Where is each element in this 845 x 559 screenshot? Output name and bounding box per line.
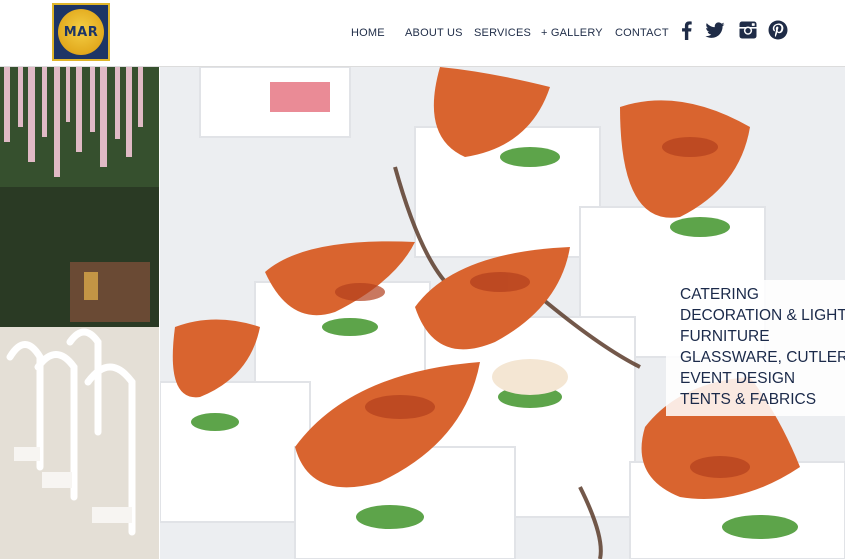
venue-photo: [0, 67, 159, 559]
logo-text: MAR: [63, 24, 99, 40]
site-header: MAR HOME ABOUT US SERVICES + GALLERY CON…: [0, 0, 845, 67]
nav-services[interactable]: SERVICES: [474, 27, 531, 39]
nav-contact[interactable]: CONTACT: [615, 27, 669, 39]
nav-gallery[interactable]: + GALLERY: [541, 27, 603, 39]
nav-home[interactable]: HOME: [351, 27, 385, 39]
logo-emblem: MAR: [58, 9, 104, 55]
service-glassware-cutlery[interactable]: GLASSWARE, CUTLERY: [680, 350, 845, 366]
instagram-icon[interactable]: [737, 19, 759, 41]
facebook-icon[interactable]: [676, 19, 698, 41]
service-event-design[interactable]: EVENT DESIGN: [680, 371, 795, 387]
services-overlay: CATERING DECORATION & LIGHTING FURNITURE…: [666, 280, 845, 416]
logo[interactable]: MAR: [52, 3, 110, 61]
pinterest-icon[interactable]: [767, 19, 789, 41]
service-furniture[interactable]: FURNITURE: [680, 329, 770, 345]
venue-photo-art: [0, 67, 159, 559]
service-decoration-lighting[interactable]: DECORATION & LIGHTING: [680, 308, 845, 324]
nav-about-us[interactable]: ABOUT US: [405, 27, 463, 39]
twitter-icon[interactable]: [704, 19, 726, 41]
service-catering[interactable]: CATERING: [680, 287, 759, 303]
service-tents-fabrics[interactable]: TENTS & FABRICS: [680, 392, 816, 408]
